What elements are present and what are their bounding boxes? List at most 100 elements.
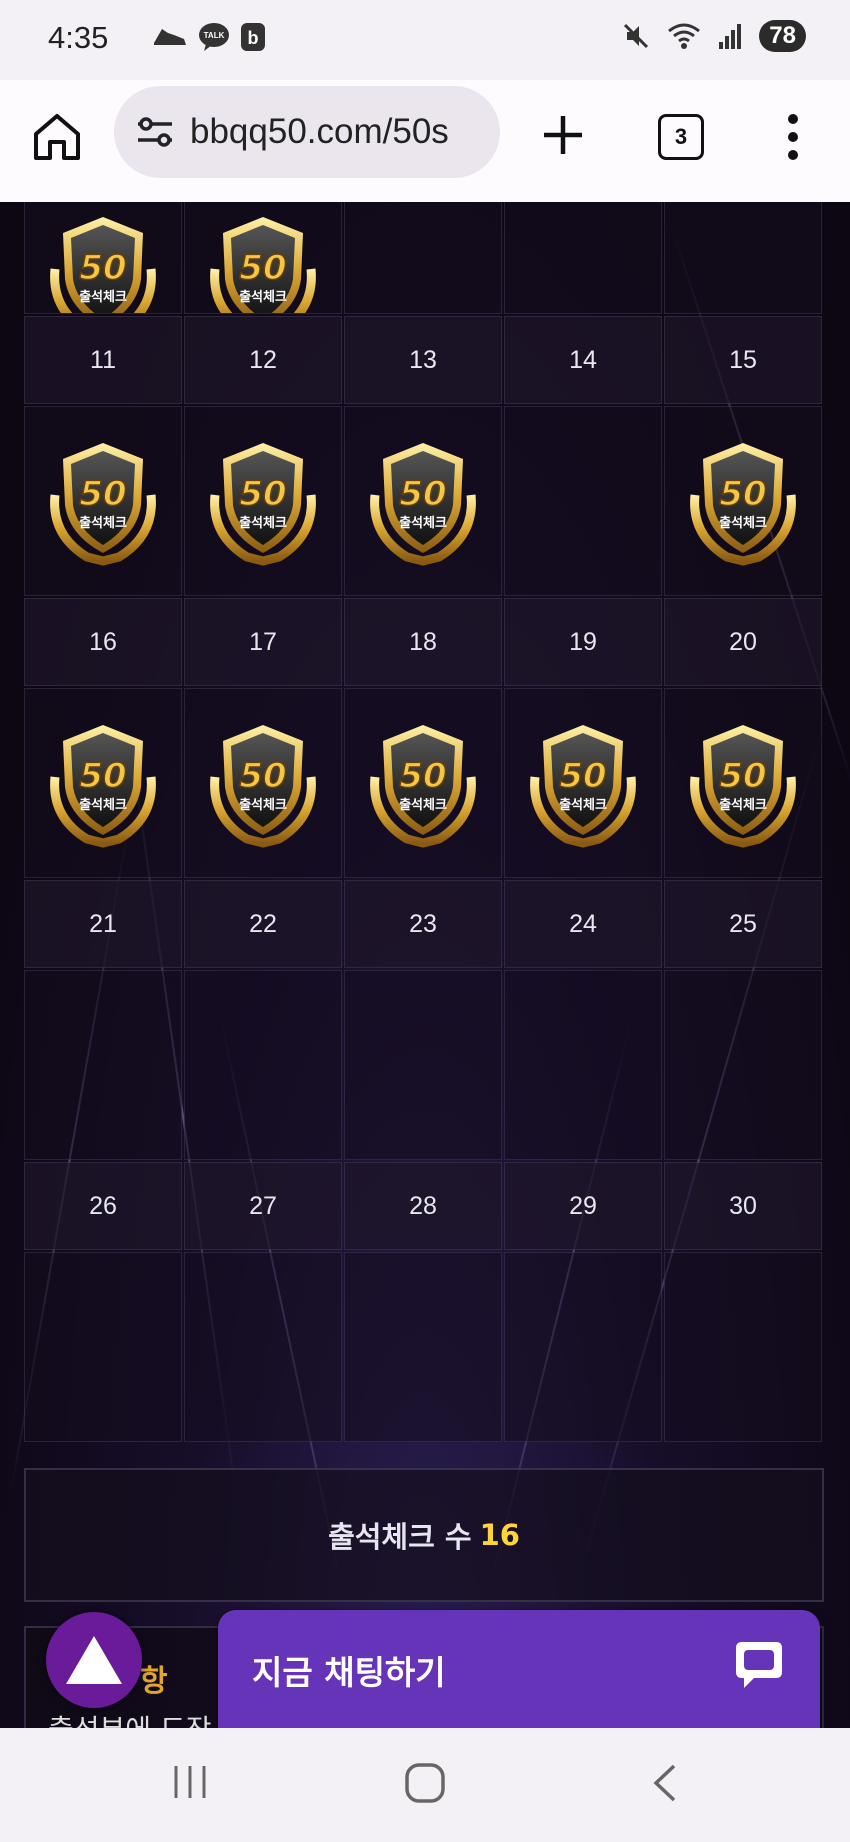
svg-text:출석체크: 출석체크 <box>79 797 127 813</box>
day-number-cell: 16 <box>24 598 182 686</box>
overflow-menu-icon[interactable] <box>780 112 806 162</box>
day-stamp-cell <box>504 202 662 314</box>
browser-toolbar: bbqq50.com/50s 3 <box>0 80 850 203</box>
day-number-cell: 17 <box>184 598 342 686</box>
svg-text:50: 50 <box>239 756 286 796</box>
day-number-cell: 19 <box>504 598 662 686</box>
home-nav-icon[interactable] <box>404 1762 446 1804</box>
status-bar: 4:35 TALK b 78 <box>0 0 850 80</box>
attendance-badge-icon: 50출석체크 <box>210 725 316 848</box>
system-nav-bar <box>0 1728 850 1842</box>
svg-text:b: b <box>248 28 259 48</box>
day-number-cell: 11 <box>24 316 182 404</box>
day-stamp-cell <box>504 406 662 596</box>
day-number-cell: 22 <box>184 880 342 968</box>
blog-b-icon: b <box>241 23 265 51</box>
svg-text:출석체크: 출석체크 <box>79 515 127 531</box>
attendance-count-box: 출석체크 수 16 <box>24 1468 824 1602</box>
svg-text:50: 50 <box>399 756 446 796</box>
day-stamp-cell <box>344 202 502 314</box>
wifi-icon <box>668 23 701 49</box>
day-number-cell: 21 <box>24 880 182 968</box>
day-number-cell: 27 <box>184 1162 342 1250</box>
day-stamp-cell: 50 출석체크 <box>504 688 662 878</box>
svg-text:50: 50 <box>559 756 606 796</box>
triangle-up-icon <box>66 1636 122 1684</box>
day-number-cell: 26 <box>24 1162 182 1250</box>
day-stamp-cell <box>184 1252 342 1442</box>
tab-switcher-button[interactable]: 3 <box>658 114 704 160</box>
address-bar[interactable]: bbqq50.com/50s <box>114 86 500 178</box>
day-number-cell: 20 <box>664 598 822 686</box>
site-settings-icon[interactable] <box>134 111 176 153</box>
svg-text:50: 50 <box>79 756 126 796</box>
svg-text:50: 50 <box>399 474 446 514</box>
attendance-badge-icon: 50출석체크 <box>210 443 316 566</box>
mute-icon <box>624 23 649 49</box>
day-stamp-cell: 50 출석체크 <box>184 406 342 596</box>
svg-text:출석체크: 출석체크 <box>559 797 607 813</box>
attendance-calendar: 50 출석체크 50 출석체크 11 12 13 14 15 50 출석체크 50 출석체크 50 출석체크… <box>24 202 824 1442</box>
attendance-count-value: 16 <box>479 1518 520 1552</box>
day-stamp-cell: 50 출석체크 <box>24 688 182 878</box>
home-icon[interactable] <box>30 110 84 164</box>
day-stamp-cell: 50 출석체크 <box>24 202 182 314</box>
svg-text:출석체크: 출석체크 <box>79 289 127 305</box>
svg-text:50: 50 <box>79 474 126 514</box>
svg-text:50: 50 <box>79 248 126 288</box>
attendance-badge-icon: 50출석체크 <box>690 725 796 848</box>
tab-count: 3 <box>674 124 688 149</box>
url-text[interactable]: bbqq50.com/50s <box>190 112 490 152</box>
svg-text:출석체크: 출석체크 <box>719 797 767 813</box>
svg-text:출석체크: 출석체크 <box>719 515 767 531</box>
day-stamp-cell: 50 출석체크 <box>664 406 822 596</box>
day-number-cell: 15 <box>664 316 822 404</box>
day-number-cell: 25 <box>664 880 822 968</box>
day-number-cell: 24 <box>504 880 662 968</box>
svg-text:50: 50 <box>719 756 766 796</box>
kakaotalk-icon: TALK <box>199 23 229 51</box>
day-stamp-cell <box>664 1252 822 1442</box>
new-tab-icon[interactable] <box>538 110 588 160</box>
day-number-cell: 13 <box>344 316 502 404</box>
notice-title: 항 <box>140 1664 168 1699</box>
day-stamp-cell <box>344 970 502 1160</box>
attendance-badge-icon: 50출석체크 <box>50 443 156 566</box>
recent-apps-icon[interactable] <box>172 1762 208 1802</box>
attendance-count-label: 출석체크 수 <box>328 1520 472 1554</box>
day-number-cell: 30 <box>664 1162 822 1250</box>
day-stamp-cell <box>504 1252 662 1442</box>
battery-indicator: 78 <box>759 20 806 52</box>
svg-text:출석체크: 출석체크 <box>399 797 447 813</box>
day-stamp-cell <box>504 970 662 1160</box>
back-icon[interactable] <box>650 1762 680 1804</box>
web-page: 50 출석체크 50 출석체크 11 12 13 14 15 50 출석체크 50 출석체크 50 출석체크… <box>0 202 850 1728</box>
svg-text:출석체크: 출석체크 <box>239 289 287 305</box>
day-number-cell: 23 <box>344 880 502 968</box>
svg-text:50: 50 <box>719 474 766 514</box>
day-stamp-cell: 50 출석체크 <box>24 406 182 596</box>
status-time: 4:35 <box>48 20 109 55</box>
day-stamp-cell <box>344 1252 502 1442</box>
day-stamp-cell: 50 출석체크 <box>344 406 502 596</box>
svg-text:출석체크: 출석체크 <box>239 515 287 531</box>
day-number-cell: 28 <box>344 1162 502 1250</box>
attendance-badge-icon: 50출석체크 <box>210 217 316 313</box>
chat-label: 지금 채팅하기 <box>252 1653 446 1692</box>
day-stamp-cell: 50 출석체크 <box>184 688 342 878</box>
attendance-badge-icon: 50출석체크 <box>370 725 476 848</box>
day-number-cell: 14 <box>504 316 662 404</box>
svg-text:50: 50 <box>239 474 286 514</box>
day-stamp-cell <box>184 970 342 1160</box>
svg-text:50: 50 <box>239 248 286 288</box>
day-stamp-cell <box>664 970 822 1160</box>
attendance-badge-icon: 50출석체크 <box>370 443 476 566</box>
day-stamp-cell: 50 출석체크 <box>664 688 822 878</box>
live-chat-button[interactable]: 지금 채팅하기 <box>218 1610 820 1728</box>
attendance-badge-icon: 50출석체크 <box>50 725 156 848</box>
chat-bubble-icon <box>736 1642 782 1688</box>
shoe-icon <box>154 29 186 45</box>
day-number-cell: 12 <box>184 316 342 404</box>
scroll-top-button[interactable] <box>46 1612 142 1708</box>
day-number-cell: 29 <box>504 1162 662 1250</box>
